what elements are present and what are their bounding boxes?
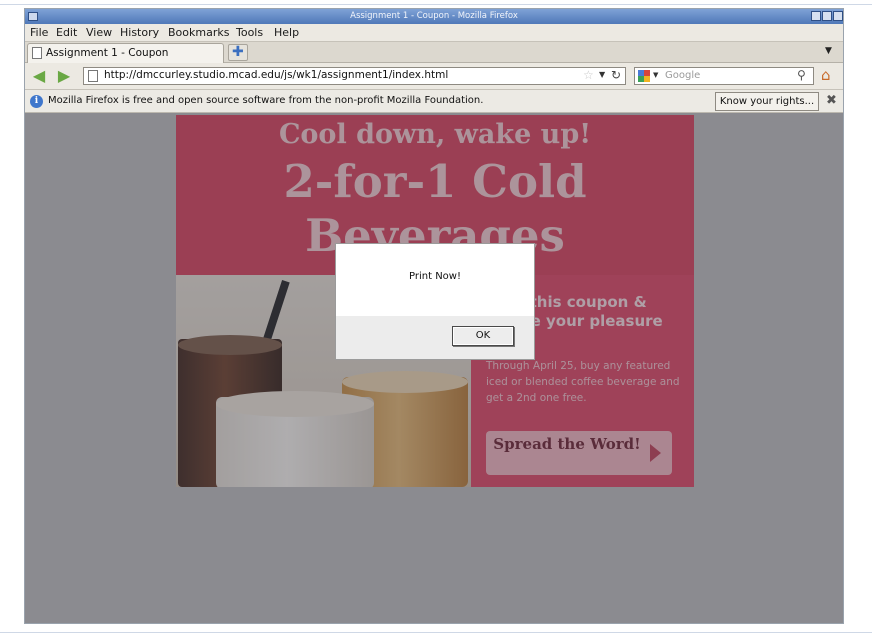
- bookmark-star-icon[interactable]: ☆: [583, 68, 594, 82]
- title-bar[interactable]: Assignment 1 - Coupon - Mozilla Firefox: [25, 9, 843, 24]
- search-placeholder[interactable]: Google: [665, 70, 700, 81]
- page-icon: [32, 47, 42, 59]
- navigation-toolbar: ◀ ▶ http://dmccurley.studio.mcad.edu/js/…: [25, 63, 843, 90]
- alert-dialog: Print Now! OK: [335, 243, 535, 360]
- alert-message: Print Now!: [409, 271, 461, 282]
- reload-icon[interactable]: ↻: [611, 68, 621, 82]
- tab-bar: Assignment 1 - Coupon ✚ ▼: [25, 41, 843, 63]
- menu-bar: File Edit View History Bookmarks Tools H…: [25, 24, 843, 41]
- menu-edit[interactable]: Edit: [53, 26, 80, 39]
- back-arrow-icon[interactable]: ◀: [30, 67, 48, 85]
- screenshot-frame: Assignment 1 - Coupon - Mozilla Firefox …: [0, 0, 872, 640]
- tab-list-arrow-icon[interactable]: ▼: [825, 46, 832, 56]
- top-frame-line: [0, 4, 872, 5]
- modal-overlay: [25, 113, 843, 623]
- search-engine-dropdown-icon[interactable]: ▼: [653, 71, 658, 79]
- know-your-rights-button[interactable]: Know your rights...: [715, 92, 819, 111]
- maximize-icon[interactable]: [822, 11, 832, 21]
- menu-tools[interactable]: Tools: [233, 26, 266, 39]
- menu-history[interactable]: History: [117, 26, 162, 39]
- magnifier-icon[interactable]: ⚲: [797, 68, 806, 82]
- google-icon[interactable]: [638, 70, 650, 82]
- page-content: Cool down, wake up! 2-for-1 Cold Beverag…: [25, 113, 843, 623]
- firefox-window: Assignment 1 - Coupon - Mozilla Firefox …: [24, 8, 844, 624]
- tab-assignment[interactable]: Assignment 1 - Coupon: [27, 43, 224, 63]
- notification-bar: i Mozilla Firefox is free and open sourc…: [25, 90, 843, 113]
- tab-label: Assignment 1 - Coupon: [46, 47, 169, 59]
- minimize-icon[interactable]: [811, 11, 821, 21]
- window-title: Assignment 1 - Coupon - Mozilla Firefox: [350, 11, 518, 21]
- home-icon[interactable]: ⌂: [821, 66, 831, 84]
- menu-bookmarks[interactable]: Bookmarks: [165, 26, 232, 39]
- bottom-frame-line: [0, 632, 872, 633]
- url-bar[interactable]: http://dmccurley.studio.mcad.edu/js/wk1/…: [83, 67, 626, 85]
- info-icon: i: [30, 95, 43, 108]
- url-dropdown-icon[interactable]: ▼: [599, 70, 605, 79]
- notification-text: Mozilla Firefox is free and open source …: [48, 95, 484, 106]
- ok-button[interactable]: OK: [452, 326, 514, 346]
- menu-help[interactable]: Help: [271, 26, 302, 39]
- menu-file[interactable]: File: [27, 26, 51, 39]
- notification-close-icon[interactable]: ✖: [826, 93, 837, 108]
- new-tab-button[interactable]: ✚: [228, 44, 248, 61]
- url-text[interactable]: http://dmccurley.studio.mcad.edu/js/wk1/…: [104, 69, 448, 81]
- forward-arrow-icon[interactable]: ▶: [55, 67, 73, 85]
- close-icon[interactable]: [833, 11, 843, 21]
- search-bar[interactable]: ▼ Google ⚲: [634, 67, 814, 85]
- page-icon: [88, 70, 98, 82]
- menu-view[interactable]: View: [83, 26, 115, 39]
- new-tab-icon: ✚: [232, 44, 244, 60]
